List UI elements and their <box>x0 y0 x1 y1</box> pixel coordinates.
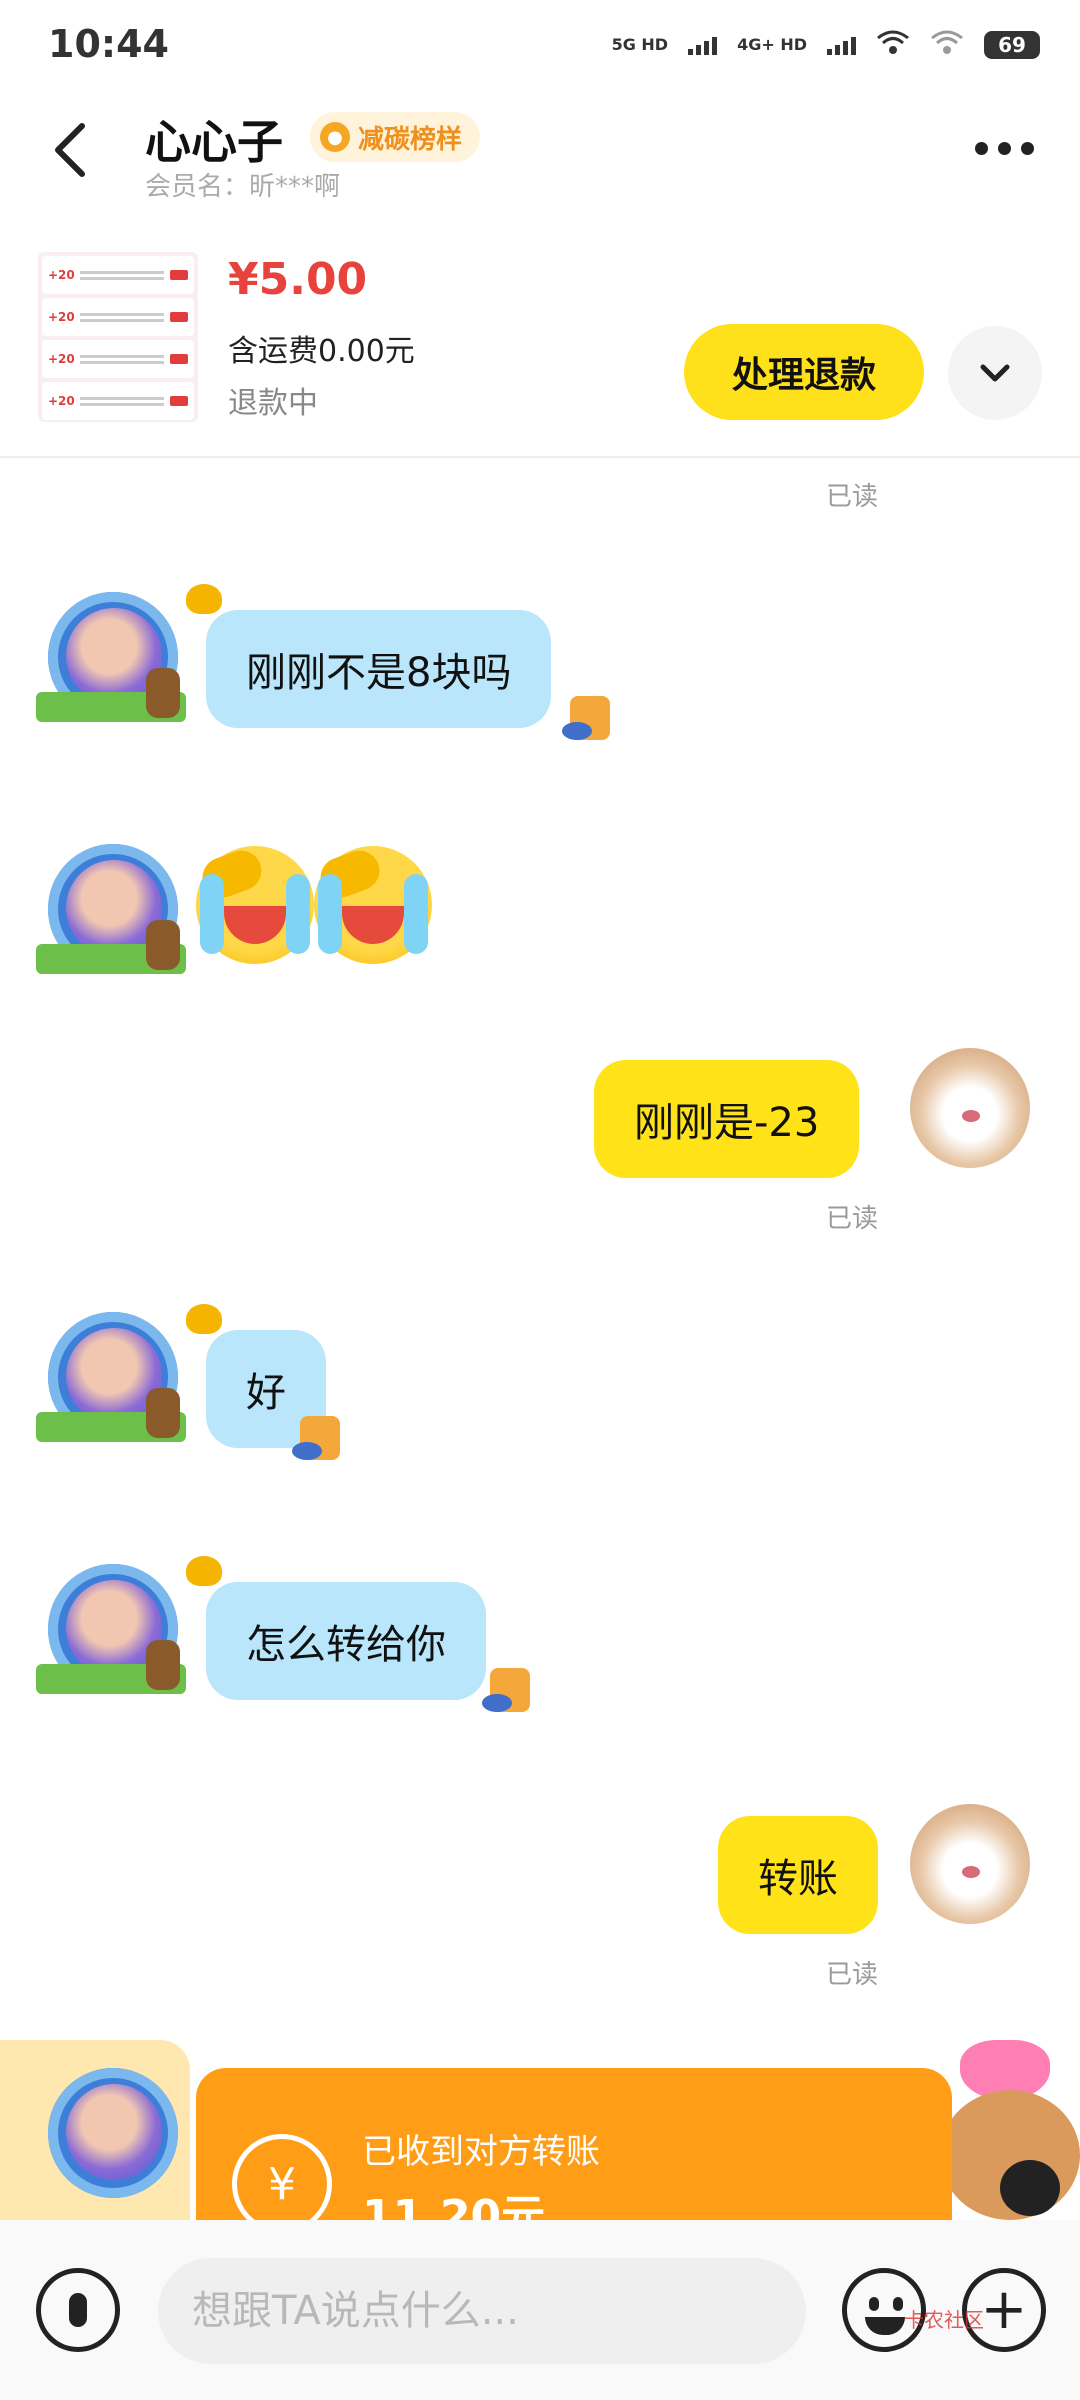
order-price: ¥5.00 <box>228 254 368 305</box>
status-time: 10:44 <box>48 22 169 66</box>
yuan-icon: ¥ <box>232 2134 332 2234</box>
crying-emoji-icon[interactable] <box>196 844 314 964</box>
network-4g-label: 4G+ HD <box>737 35 807 54</box>
avatar[interactable] <box>36 1304 222 1454</box>
pet-food-icon <box>562 696 610 740</box>
message-bubble[interactable]: 转账 <box>718 1816 878 1934</box>
carbon-badge[interactable]: ● 减碳榜样 <box>310 112 481 162</box>
more-icon[interactable] <box>975 142 1034 155</box>
status-icons: 5G HD 4G+ HD 69 <box>612 30 1040 60</box>
message-bubble[interactable]: 怎么转给你 <box>206 1582 486 1700</box>
product-thumbnail[interactable]: +20 +20 +20 +20 <box>38 252 198 422</box>
read-receipt: 已读 <box>826 1204 879 1234</box>
order-shipping: 含运费0.00元 <box>228 334 415 369</box>
read-receipt: 已读 <box>826 1960 879 1990</box>
read-receipt: 已读 <box>826 482 879 512</box>
signal-icon-2 <box>827 35 856 55</box>
message-input[interactable] <box>158 2258 806 2364</box>
chat-header: 心心子 ● 减碳榜样 会员名：昕***啊 <box>0 90 1080 230</box>
avatar[interactable] <box>36 584 222 734</box>
refund-status: 退款中 <box>228 386 318 421</box>
battery-icon: 69 <box>984 31 1040 59</box>
watermark: 卡农社区 <box>904 2308 984 2332</box>
network-5g-label: 5G HD <box>611 35 669 54</box>
member-name: 会员名：昕***啊 <box>145 172 341 202</box>
transfer-label: 已收到对方转账 <box>362 2132 600 2172</box>
leaf-icon: ● <box>320 122 350 152</box>
signal-icon <box>688 35 718 55</box>
process-refund-button[interactable]: 处理退款 <box>684 324 924 420</box>
avatar[interactable] <box>910 1804 1030 1924</box>
back-icon[interactable] <box>50 120 90 180</box>
avatar[interactable] <box>36 1556 222 1706</box>
pet-food-icon <box>292 1416 340 1460</box>
order-card[interactable]: +20 +20 +20 +20 ¥5.00 含运费0.00元 退款中 处理退款 <box>0 238 1080 458</box>
crying-emoji-icon[interactable] <box>314 844 432 964</box>
chevron-down-icon[interactable] <box>948 326 1042 420</box>
avatar[interactable] <box>36 836 186 986</box>
status-bar: 10:44 5G HD 4G+ HD 69 <box>0 0 1080 90</box>
wifi-icon-2 <box>930 30 964 60</box>
wifi-icon <box>876 30 910 60</box>
microphone-icon[interactable] <box>36 2268 120 2352</box>
avatar[interactable] <box>910 1048 1030 1168</box>
message-bubble[interactable]: 刚刚不是8块吗 <box>206 610 552 728</box>
pet-food-icon <box>482 1668 530 1712</box>
badge-label: 减碳榜样 <box>358 124 463 155</box>
message-bubble[interactable]: 刚刚是-23 <box>594 1060 860 1178</box>
chat-title: 心心子 <box>145 115 283 169</box>
avatar[interactable] <box>36 2060 186 2210</box>
